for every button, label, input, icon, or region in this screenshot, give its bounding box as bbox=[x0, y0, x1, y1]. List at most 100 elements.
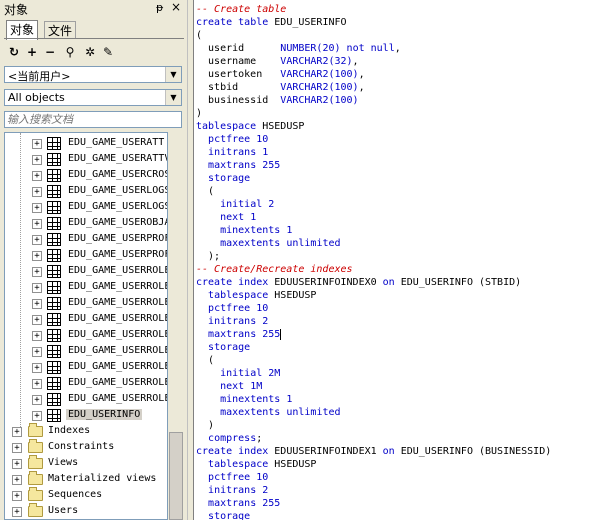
code-line: initial 2M bbox=[220, 368, 281, 379]
search-input[interactable] bbox=[7, 112, 177, 127]
tree-item-label: EDU_USERINFO bbox=[66, 409, 143, 420]
user-combo[interactable]: <当前用户> ▼ bbox=[4, 66, 182, 83]
folder-icon bbox=[28, 439, 43, 453]
tree-item-label: EDU_GAME_USERROLE bbox=[68, 313, 168, 324]
expand-icon[interactable]: + bbox=[32, 283, 42, 293]
chevron-down-icon[interactable]: ▼ bbox=[165, 90, 181, 105]
code-line: initrans 2 bbox=[208, 485, 269, 496]
table-icon bbox=[47, 185, 61, 198]
expand-icon[interactable]: + bbox=[32, 203, 42, 213]
code-line: maxtrans 255 bbox=[208, 328, 282, 340]
pin-icon[interactable]: ᵽ bbox=[156, 1, 163, 14]
sql-editor[interactable]: -- Create table create table EDU_USERINFO… bbox=[193, 0, 606, 520]
table-icon bbox=[47, 249, 61, 262]
object-filter-combo[interactable]: All objects ▼ bbox=[4, 89, 182, 106]
expand-icon[interactable]: + bbox=[32, 331, 42, 341]
expand-icon[interactable]: + bbox=[12, 427, 22, 437]
panel-title: 对象 bbox=[4, 3, 29, 17]
expand-icon[interactable]: + bbox=[12, 443, 22, 453]
expand-icon[interactable]: + bbox=[32, 395, 42, 405]
tree-item-label: EDU_GAME_USERPROF bbox=[68, 249, 168, 260]
tree-item-label: EDU_GAME_USERPROF bbox=[68, 233, 168, 244]
tree-folder-label: Views bbox=[48, 457, 79, 468]
code-line: tablespace HSEDUSP bbox=[208, 459, 317, 470]
find-icon[interactable]: ⚲ bbox=[62, 44, 78, 60]
chevron-down-icon[interactable]: ▼ bbox=[165, 67, 181, 82]
expand-icon[interactable]: + bbox=[32, 139, 42, 149]
scrollbar-thumb[interactable] bbox=[169, 432, 183, 520]
user-combo-value: <当前用户> bbox=[8, 70, 71, 83]
properties-icon[interactable]: ✎ bbox=[100, 44, 116, 60]
table-icon bbox=[47, 377, 61, 390]
table-icon bbox=[47, 313, 61, 326]
panel-tabs: 对象 文件 bbox=[4, 20, 184, 40]
table-icon bbox=[47, 281, 61, 294]
table-icon bbox=[47, 329, 61, 342]
expand-icon[interactable]: + bbox=[12, 507, 22, 517]
expand-icon[interactable]: + bbox=[32, 315, 42, 325]
expand-icon[interactable]: + bbox=[32, 379, 42, 389]
table-icon bbox=[47, 233, 61, 246]
tree-item-label: EDU_GAME_USERROLE bbox=[68, 265, 168, 276]
expand-icon[interactable]: + bbox=[32, 155, 42, 165]
code-line: storage bbox=[208, 342, 251, 353]
table-icon bbox=[47, 265, 61, 278]
close-icon[interactable]: × bbox=[171, 0, 181, 14]
tree-item-label: EDU_GAME_USERLOGS bbox=[68, 201, 168, 212]
code-line: create index EDUUSERINFOINDEX1 on EDU_US… bbox=[196, 446, 552, 457]
code-line: userid NUMBER(20) not null, bbox=[196, 43, 401, 54]
expand-icon[interactable]: + bbox=[32, 171, 42, 181]
object-filter-value: All objects bbox=[8, 91, 65, 104]
table-icon bbox=[47, 297, 61, 310]
code-line: ) bbox=[196, 108, 203, 119]
remove-icon[interactable]: − bbox=[42, 44, 58, 60]
tree-item-label: EDU_GAME_USERROLE bbox=[68, 329, 168, 340]
expand-icon[interactable]: + bbox=[32, 363, 42, 373]
expand-icon[interactable]: + bbox=[32, 235, 42, 245]
code-line: username VARCHAR2(32), bbox=[196, 56, 359, 67]
object-tree[interactable]: + EDU_GAME_USERATT + EDU_GAME_USERATTV + EDU_… bbox=[4, 132, 168, 520]
expand-icon[interactable]: + bbox=[32, 411, 42, 421]
tree-folder-label: Constraints bbox=[48, 441, 115, 452]
code-line: ( bbox=[196, 30, 203, 41]
expand-icon[interactable]: + bbox=[32, 219, 42, 229]
tree-item-label: EDU_GAME_USERLOGS bbox=[68, 185, 168, 196]
tab-files[interactable]: 文件 bbox=[44, 21, 77, 39]
code-line: maxextents unlimited bbox=[220, 238, 341, 249]
expand-icon[interactable]: + bbox=[32, 347, 42, 357]
folder-icon bbox=[28, 423, 43, 437]
tree-item-label: EDU_GAME_USERROLE bbox=[68, 393, 168, 404]
expand-icon[interactable]: + bbox=[32, 299, 42, 309]
search-box[interactable] bbox=[4, 111, 182, 128]
tree-scrollbar[interactable] bbox=[168, 132, 184, 520]
filter-icon[interactable]: ✲ bbox=[82, 44, 98, 60]
expand-icon[interactable]: + bbox=[12, 491, 22, 501]
code-line: create table EDU_USERINFO bbox=[196, 17, 347, 28]
code-line: initrans 1 bbox=[208, 147, 269, 158]
folder-icon bbox=[28, 487, 43, 501]
table-icon bbox=[47, 345, 61, 358]
code-line: maxtrans 255 bbox=[208, 160, 281, 171]
expand-icon[interactable]: + bbox=[32, 187, 42, 197]
tab-objects[interactable]: 对象 bbox=[6, 20, 39, 40]
add-icon[interactable]: + bbox=[24, 44, 40, 60]
code-line: initrans 2 bbox=[208, 316, 269, 327]
expand-icon[interactable]: + bbox=[12, 459, 22, 469]
code-line: next 1 bbox=[220, 212, 257, 223]
code-line: ) bbox=[196, 420, 215, 431]
expand-icon[interactable]: + bbox=[32, 251, 42, 261]
expand-icon[interactable]: + bbox=[12, 475, 22, 485]
tree-item-label: EDU_GAME_USERROLE bbox=[68, 361, 168, 372]
folder-icon bbox=[28, 471, 43, 485]
code-line: pctfree 10 bbox=[208, 134, 269, 145]
panel-title-bar: 对象 ᵽ × bbox=[0, 0, 187, 17]
code-line: minextents 1 bbox=[220, 394, 293, 405]
tree-folder-label: Sequences bbox=[48, 489, 103, 500]
text-cursor bbox=[280, 328, 282, 340]
code-line: businessid VARCHAR2(100) bbox=[196, 95, 359, 106]
expand-icon[interactable]: + bbox=[32, 267, 42, 277]
refresh-icon[interactable]: ↻ bbox=[6, 44, 22, 60]
tree-folder-label: Users bbox=[48, 505, 79, 516]
table-icon bbox=[47, 169, 61, 182]
folder-icon bbox=[28, 503, 43, 517]
